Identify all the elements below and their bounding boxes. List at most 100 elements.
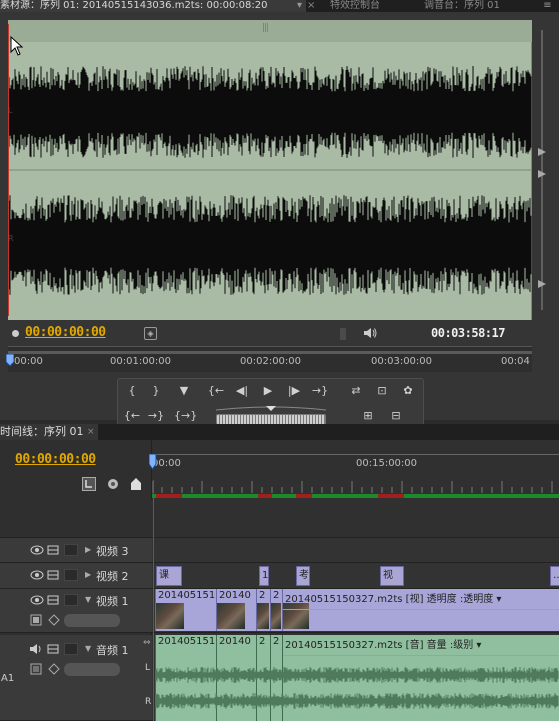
- mark-in-button[interactable]: {: [122, 382, 142, 400]
- track-lane[interactable]: [152, 538, 559, 563]
- display-style-icon[interactable]: [30, 663, 42, 675]
- close-icon[interactable]: ×: [307, 0, 317, 12]
- clip-label: 2: [273, 590, 280, 601]
- shuttle-slider[interactable]: [216, 404, 326, 412]
- track-lane[interactable]: 课 1 考 视 …: [152, 563, 559, 589]
- step-forward-button[interactable]: |▶: [284, 382, 304, 400]
- snap-icon[interactable]: [82, 477, 96, 491]
- audio-clip[interactable]: 2: [270, 635, 282, 721]
- step-back-button[interactable]: ◀|: [232, 382, 252, 400]
- expand-triangle-icon[interactable]: ▶: [85, 545, 91, 554]
- timeline-current-timecode[interactable]: 00:00:00:00: [15, 452, 96, 467]
- video-clip[interactable]: 2: [256, 589, 270, 631]
- title-clip[interactable]: 视: [380, 566, 404, 586]
- play-in-to-out-button[interactable]: {→}: [174, 407, 197, 425]
- source-playhead-line[interactable]: [8, 24, 9, 316]
- track-lock-toggle[interactable]: [64, 594, 78, 606]
- title-clip[interactable]: …: [550, 566, 559, 586]
- expand-triangle-icon[interactable]: ▶: [85, 570, 91, 579]
- timeline-tabbar: 时间线：序列 01 ×: [0, 424, 559, 440]
- tab-source-monitor[interactable]: 素材源：序列 01: 20140515143036.m2ts: 00:00:08…: [0, 0, 306, 12]
- play-button[interactable]: ▶: [258, 382, 278, 400]
- eye-icon[interactable]: [30, 570, 44, 580]
- tab-timeline-sequence[interactable]: 时间线：序列 01 ×: [0, 424, 98, 440]
- sync-lock-icon[interactable]: [47, 545, 59, 555]
- track-header: ▶ 视频 3: [0, 538, 152, 563]
- eye-icon[interactable]: [30, 595, 44, 605]
- mark-out-button[interactable]: }: [146, 382, 166, 400]
- tab-effect-controls[interactable]: 特效控制台: [318, 0, 416, 12]
- clip-thumbnail: [156, 603, 184, 629]
- audio-clip[interactable]: 20140515150327.m2ts [音] 音量 :级别 ▾: [282, 635, 559, 721]
- set-marker-icon[interactable]: [129, 477, 143, 491]
- safe-margins-button[interactable]: ⊡: [372, 382, 392, 400]
- set-marker-button[interactable]: ▼: [174, 382, 194, 400]
- track-lane[interactable]: 20140515151 20140 2 2 20140515150327.m2t…: [152, 589, 559, 633]
- playhead-icon[interactable]: [6, 354, 14, 370]
- title-clip[interactable]: 1: [259, 566, 269, 586]
- speaker-icon[interactable]: [362, 326, 378, 340]
- sync-lock-icon[interactable]: [47, 570, 59, 580]
- opacity-rubberband[interactable]: [283, 609, 559, 610]
- track-lock-toggle[interactable]: [64, 569, 78, 581]
- source-panel-tabbar: 素材源：序列 01: 20140515143036.m2ts: 00:00:08…: [0, 0, 559, 12]
- audio-clip[interactable]: 20140: [216, 635, 256, 721]
- waveform-zoom-strip[interactable]: [533, 30, 551, 310]
- volume-rubberband[interactable]: [283, 655, 559, 656]
- collapse-triangle-icon[interactable]: ▼: [85, 595, 91, 604]
- keyframe-icon[interactable]: [48, 663, 60, 675]
- tab-audio-mixer[interactable]: 调音台：序列 01: [418, 0, 534, 12]
- timeline-playhead-line[interactable]: [153, 480, 154, 721]
- track-lock-toggle[interactable]: [64, 643, 78, 655]
- ruler-label: 00:00: [14, 356, 43, 367]
- zoom-scroll-bar[interactable]: [8, 351, 532, 354]
- timeline-ruler-scale[interactable]: 00:00 00:15:00:00: [152, 454, 559, 494]
- video-clip[interactable]: 2: [270, 589, 282, 631]
- clip-label: 20140515150327.m2ts [视] 透明度 :透明度 ▾: [285, 594, 502, 605]
- go-to-out-button[interactable]: →}: [310, 382, 330, 400]
- transport-controls: { } ▼ {← ◀| ▶ |▶ →} ⇄ ⊡ ✿ {← →} {→} ⊞ ⊟: [117, 378, 424, 428]
- keyframe-icon[interactable]: [48, 614, 60, 626]
- track-height-icon[interactable]: ⇔: [143, 638, 151, 648]
- clip-label: 20140515151: [158, 590, 216, 601]
- track-lane[interactable]: 20140515151 20140 2 2 20140515150327.m2t…: [152, 635, 559, 721]
- loop-button[interactable]: ⇄: [346, 382, 366, 400]
- eye-icon[interactable]: [30, 545, 44, 555]
- timeline-ruler[interactable]: 00:00 00:15:00:00: [149, 440, 559, 500]
- go-to-previous-marker-button[interactable]: {←: [122, 407, 142, 425]
- keyframe-navigator[interactable]: [64, 663, 120, 676]
- display-style-icon[interactable]: [30, 614, 42, 626]
- speaker-icon[interactable]: [28, 643, 44, 655]
- clip-label: 2: [259, 636, 266, 647]
- keyframe-navigator[interactable]: [64, 614, 120, 627]
- track-lock-toggle[interactable]: [64, 544, 78, 556]
- work-area-bar[interactable]: [152, 494, 559, 498]
- set-encore-marker-icon[interactable]: [106, 477, 120, 491]
- go-to-next-marker-button[interactable]: →}: [146, 407, 166, 425]
- fit-zoom-icon[interactable]: ◈: [144, 327, 157, 340]
- audio-clip[interactable]: 2: [256, 635, 270, 721]
- chevron-down-icon[interactable]: ▾: [297, 0, 302, 11]
- video-clip[interactable]: 20140515150327.m2ts [视] 透明度 :透明度 ▾: [282, 589, 559, 631]
- close-icon[interactable]: ×: [87, 424, 95, 440]
- collapse-triangle-icon[interactable]: ▼: [85, 644, 91, 653]
- title-clip[interactable]: 考: [296, 566, 310, 586]
- audio-waveform: [8, 66, 532, 295]
- video-clip[interactable]: 20140515151: [155, 589, 216, 631]
- panel-menu-icon[interactable]: ≡: [536, 0, 559, 12]
- go-to-in-button[interactable]: {←: [206, 382, 226, 400]
- track-video-1: ▼ 视频 1 20140515151 20140 2 2: [0, 589, 559, 633]
- insert-button[interactable]: ⊞: [358, 407, 378, 425]
- sync-lock-icon[interactable]: [47, 595, 59, 605]
- video-clip[interactable]: 20140: [216, 589, 256, 631]
- source-time-ruler[interactable]: 00:00 00:01:00:00 00:02:00:00 00:03:00:0…: [6, 346, 532, 372]
- output-button[interactable]: ✿: [398, 382, 418, 400]
- waveform-display[interactable]: ||| L R: [8, 20, 532, 320]
- audio-clip[interactable]: 20140515151: [155, 635, 216, 721]
- overlay-button[interactable]: ⊟: [386, 407, 406, 425]
- track-target-label[interactable]: A1: [1, 673, 14, 684]
- source-current-timecode[interactable]: 00:00:00:00: [25, 325, 106, 340]
- title-clip[interactable]: 课: [156, 566, 182, 586]
- sync-lock-icon[interactable]: [47, 644, 59, 654]
- marker-dot-icon[interactable]: [12, 330, 19, 337]
